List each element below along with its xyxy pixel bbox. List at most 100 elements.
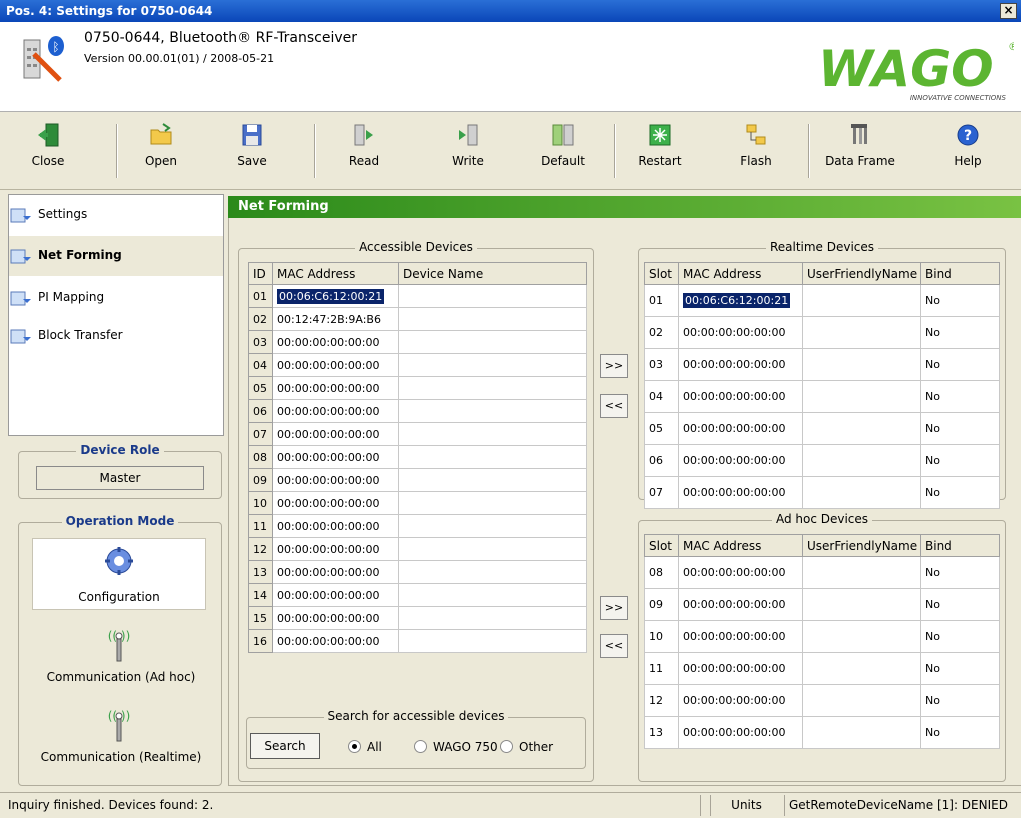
- adhoc-devices-table[interactable]: Slot MAC Address UserFriendlyName Bind 0…: [644, 534, 1000, 749]
- help-button[interactable]: ? Help: [938, 122, 998, 182]
- read-button[interactable]: Read: [334, 122, 394, 182]
- remove-from-realtime-button[interactable]: <<: [600, 394, 628, 418]
- data-frame-button[interactable]: Data Frame: [818, 122, 902, 182]
- table-row[interactable]: 10 00:00:00:00:00:00 No: [644, 620, 1000, 653]
- table-row[interactable]: 13 00:00:00:00:00:00: [248, 560, 587, 584]
- realtime-devices-table[interactable]: Slot MAC Address UserFriendlyName Bind 0…: [644, 262, 1000, 509]
- toolbar-separator: [116, 124, 117, 178]
- table-row[interactable]: 13 00:00:00:00:00:00 No: [644, 716, 1000, 749]
- restart-button[interactable]: Restart: [630, 122, 690, 182]
- table-row[interactable]: 10 00:00:00:00:00:00: [248, 491, 587, 515]
- column-header[interactable]: Bind: [920, 262, 1000, 285]
- table-row[interactable]: 03 00:00:00:00:00:00 No: [644, 348, 1000, 381]
- open-button[interactable]: Open: [126, 122, 196, 182]
- radio-all[interactable]: All: [348, 740, 382, 754]
- remove-from-adhoc-button[interactable]: <<: [600, 634, 628, 658]
- add-to-adhoc-button[interactable]: >>: [600, 596, 628, 620]
- table-cell: 00:00:00:00:00:00: [272, 583, 399, 607]
- table-row[interactable]: 05 00:00:00:00:00:00 No: [644, 412, 1000, 445]
- table-row[interactable]: 15 00:00:00:00:00:00: [248, 606, 587, 630]
- table-row[interactable]: 12 00:00:00:00:00:00: [248, 537, 587, 561]
- table-cell: 00:00:00:00:00:00: [678, 588, 803, 621]
- gear-icon: [105, 547, 133, 575]
- table-cell: 12: [248, 537, 273, 561]
- default-button[interactable]: Default: [530, 122, 596, 182]
- table-cell: 00:00:00:00:00:00: [678, 380, 803, 413]
- table-row[interactable]: 07 00:00:00:00:00:00: [248, 422, 587, 446]
- table-cell: 02: [248, 307, 273, 331]
- default-label: Default: [541, 154, 585, 168]
- flash-button[interactable]: Flash: [726, 122, 786, 182]
- table-row[interactable]: 16 00:00:00:00:00:00: [248, 629, 587, 653]
- table-row[interactable]: 08 00:00:00:00:00:00 No: [644, 556, 1000, 589]
- window-close-button[interactable]: ×: [1000, 3, 1017, 19]
- logo-wordmark: WAGO: [818, 40, 994, 98]
- table-cell: 13: [644, 716, 679, 749]
- table-row[interactable]: 02 00:00:00:00:00:00 No: [644, 316, 1000, 349]
- nav-item-pi-mapping[interactable]: PI Mapping: [10, 282, 104, 312]
- mode-comm-adhoc[interactable]: Communication (Ad hoc): [26, 670, 216, 684]
- table-cell: 13: [248, 560, 273, 584]
- table-cell: 10: [248, 491, 273, 515]
- column-header[interactable]: MAC Address: [678, 262, 803, 285]
- radio-label: Other: [519, 740, 554, 754]
- save-button[interactable]: Save: [222, 122, 282, 182]
- accessible-devices-table[interactable]: ID MAC Address Device Name 01 00:06:C6:12…: [248, 262, 587, 653]
- antenna-icon: (( )): [108, 629, 130, 662]
- table-row[interactable]: 06 00:00:00:00:00:00: [248, 399, 587, 423]
- table-cell: [398, 445, 587, 469]
- table-row[interactable]: 11 00:00:00:00:00:00 No: [644, 652, 1000, 685]
- close-button[interactable]: Close: [18, 122, 78, 182]
- table-row[interactable]: 12 00:00:00:00:00:00 No: [644, 684, 1000, 717]
- table-row[interactable]: 01 00:06:C6:12:00:21 No: [644, 284, 1000, 317]
- nav-item-net-forming[interactable]: Net Forming: [10, 240, 122, 270]
- table-row[interactable]: 03 00:00:00:00:00:00: [248, 330, 587, 354]
- read-label: Read: [348, 154, 380, 168]
- table-cell: [398, 422, 587, 446]
- radio-wago-750[interactable]: WAGO 750: [414, 740, 498, 754]
- table-cell: 00:00:00:00:00:00: [272, 376, 399, 400]
- table-cell: [802, 620, 921, 653]
- table-cell: 04: [248, 353, 273, 377]
- column-header[interactable]: Bind: [920, 534, 1000, 557]
- column-header[interactable]: UserFriendlyName: [802, 262, 921, 285]
- toolbar-separator: [808, 124, 809, 178]
- add-to-realtime-button[interactable]: >>: [600, 354, 628, 378]
- radio-label: All: [367, 740, 382, 754]
- table-row[interactable]: 14 00:00:00:00:00:00: [248, 583, 587, 607]
- column-header[interactable]: ID: [248, 262, 273, 285]
- table-row[interactable]: 05 00:00:00:00:00:00: [248, 376, 587, 400]
- table-row[interactable]: 02 00:12:47:2B:9A:B6: [248, 307, 587, 331]
- table-cell: 16: [248, 629, 273, 653]
- table-row[interactable]: 04 00:00:00:00:00:00: [248, 353, 587, 377]
- mode-comm-realtime[interactable]: Communication (Realtime): [26, 750, 216, 764]
- table-row[interactable]: 08 00:00:00:00:00:00: [248, 445, 587, 469]
- write-button[interactable]: Write: [438, 122, 498, 182]
- column-header[interactable]: UserFriendlyName: [802, 534, 921, 557]
- table-row[interactable]: 06 00:00:00:00:00:00 No: [644, 444, 1000, 477]
- navigation-panel: [8, 194, 224, 436]
- table-row[interactable]: 04 00:00:00:00:00:00 No: [644, 380, 1000, 413]
- tools-icon: [851, 124, 867, 144]
- radio-other[interactable]: Other: [500, 740, 553, 754]
- table-row[interactable]: 09 00:00:00:00:00:00 No: [644, 588, 1000, 621]
- table-row[interactable]: 07 00:00:00:00:00:00 No: [644, 476, 1000, 509]
- table-row[interactable]: 09 00:00:00:00:00:00: [248, 468, 587, 492]
- column-header[interactable]: Slot: [644, 534, 679, 557]
- table-cell: 00:00:00:00:00:00: [272, 399, 399, 423]
- column-header[interactable]: MAC Address: [272, 262, 399, 285]
- nav-item-settings[interactable]: Settings: [10, 199, 87, 229]
- search-button[interactable]: Search: [250, 733, 320, 759]
- restart-label: Restart: [638, 154, 682, 168]
- table-cell: 10: [644, 620, 679, 653]
- column-header[interactable]: Device Name: [398, 262, 587, 285]
- nav-item-block-transfer[interactable]: Block Transfer: [10, 320, 123, 350]
- column-header[interactable]: MAC Address: [678, 534, 803, 557]
- table-row[interactable]: 11 00:00:00:00:00:00: [248, 514, 587, 538]
- column-header[interactable]: Slot: [644, 262, 679, 285]
- table-cell: [802, 556, 921, 589]
- save-label: Save: [237, 154, 267, 168]
- table-cell: 00:00:00:00:00:00: [272, 537, 399, 561]
- page-icon: [10, 329, 31, 343]
- table-row[interactable]: 01 00:06:C6:12:00:21: [248, 284, 587, 308]
